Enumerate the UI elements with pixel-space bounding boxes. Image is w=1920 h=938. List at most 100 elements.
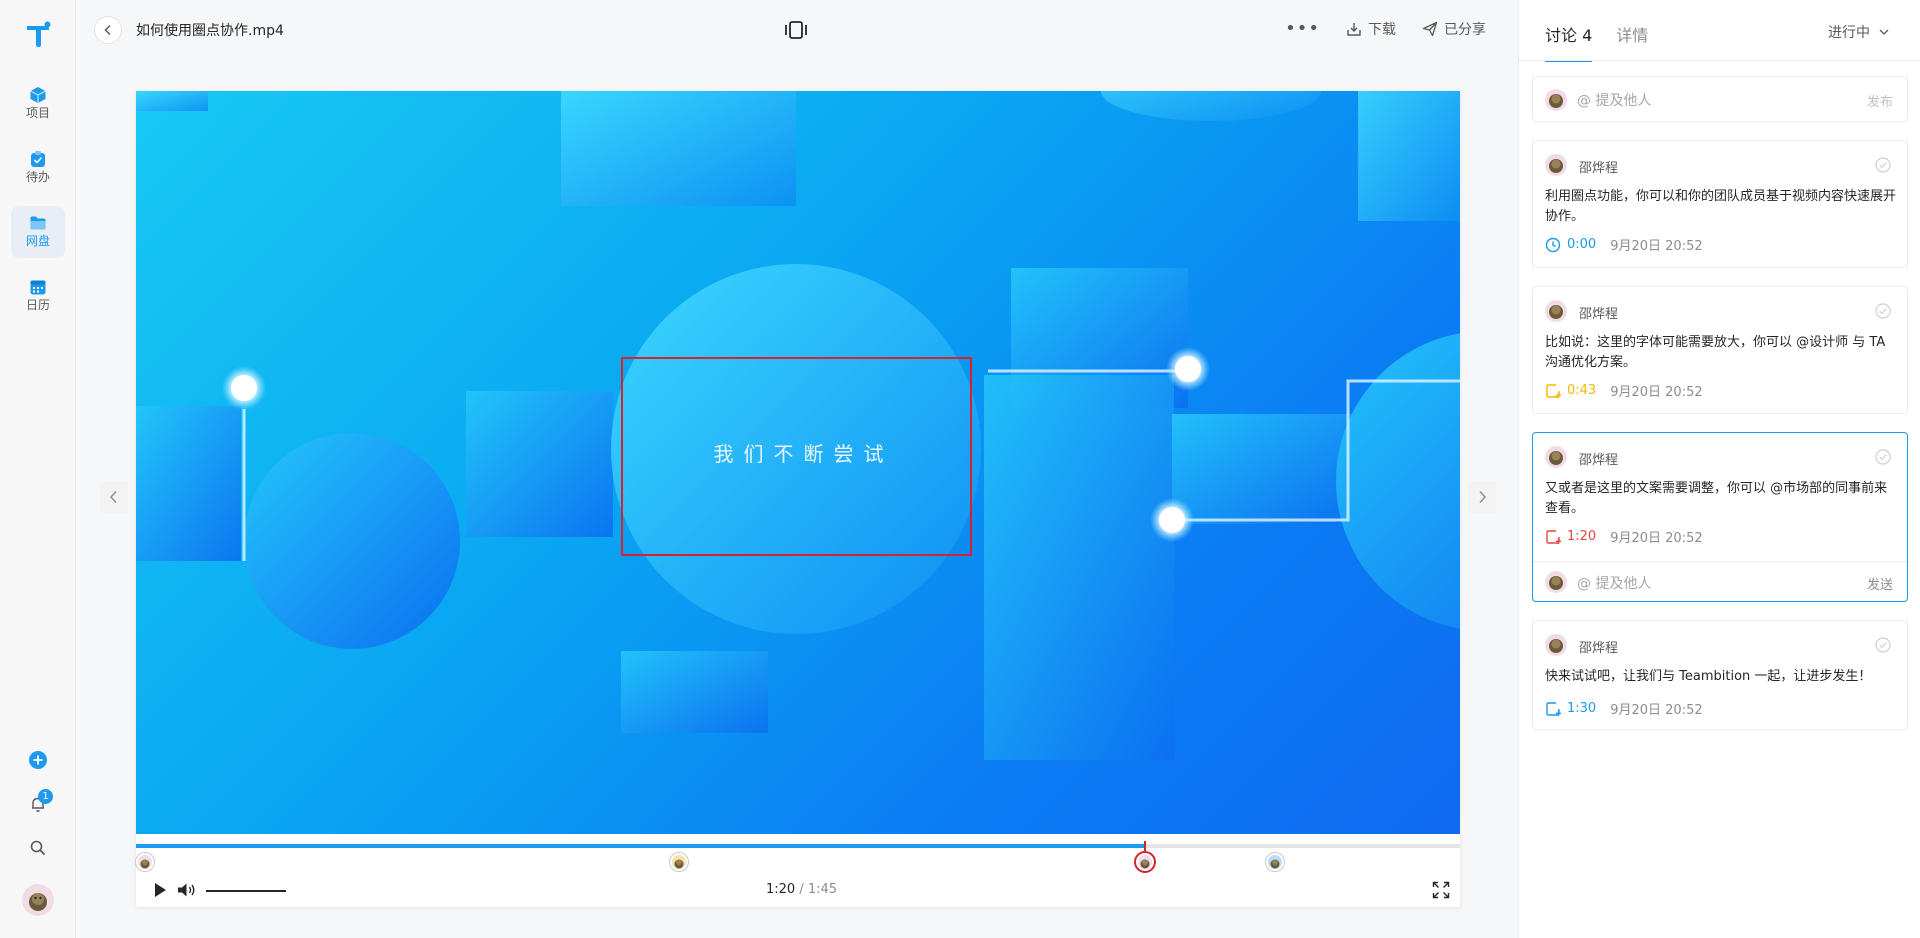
annotation-icon (1546, 701, 1561, 716)
status-value: 进行中 (1828, 25, 1870, 41)
video-frame[interactable]: 我们不断尝试 (136, 91, 1460, 834)
folder-icon (30, 216, 46, 230)
comment-card[interactable]: 邵烨程 比如说：这里的字体可能需要放大，你可以 @设计师 与 TA 沟通优化方案… (1532, 286, 1908, 414)
resolve-check-icon[interactable] (1875, 157, 1891, 173)
comment-meta: 0:00 9月20日 20:52 (1545, 235, 1703, 254)
comment-marker[interactable] (1265, 853, 1284, 871)
video-player: 我们不断尝试 1:20 / 1:45 (136, 91, 1460, 907)
tab-discussion-count: 4 (1582, 26, 1593, 45)
fullscreen-icon[interactable] (1432, 881, 1450, 899)
file-title: 如何使用圈点协作.mp4 (136, 23, 284, 39)
comment-card[interactable]: 邵烨程 利用圈点功能，你可以和你的团队成员基于视频内容快速展开协作。 0:00 … (1532, 140, 1908, 268)
comment-meta: 0:43 9月20日 20:52 (1545, 381, 1703, 400)
add-icon[interactable] (28, 750, 48, 770)
avatar-image (674, 859, 684, 869)
avatar-image (1549, 305, 1563, 319)
header-actions: ••• 下载 已分享 (1285, 18, 1486, 39)
comment-author: 邵烨程 (1579, 453, 1619, 468)
tab-details-label: 详情 (1616, 26, 1649, 45)
progress-fill (136, 844, 1145, 848)
chevron-down-icon (1879, 29, 1889, 35)
tab-details[interactable]: 详情 (1616, 22, 1648, 62)
current-time: 1:20 (766, 882, 796, 897)
comment-author: 邵烨程 (1579, 161, 1619, 176)
comment-timestamp-link[interactable]: 0:43 (1567, 383, 1596, 398)
comment-composer[interactable]: @ 提及他人 发布 (1532, 76, 1908, 122)
calendar-icon (30, 280, 46, 295)
tab-discussion[interactable]: 讨论 4 (1545, 22, 1593, 62)
play-icon[interactable] (151, 881, 169, 899)
resolve-check-icon[interactable] (1875, 449, 1891, 465)
comment-card[interactable]: 邵烨程 又或者是这里的文案需要调整，你可以 @市场部的同事前来查看。 1:20 … (1532, 432, 1908, 602)
chevron-left-icon (110, 491, 117, 503)
comment-card[interactable]: 邵烨程 快来试试吧，让我们与 Teambition 一起，让进步发生！ 1:30… (1532, 620, 1908, 730)
reply-input[interactable]: @ 提及他人 (1577, 573, 1651, 593)
comment-author: 邵烨程 (1579, 307, 1619, 322)
avatar-image (1140, 859, 1150, 869)
next-file-button[interactable] (1468, 481, 1496, 513)
player-controls: 1:20 / 1:45 (136, 875, 1460, 907)
nav-todo[interactable]: 待办 (11, 142, 65, 194)
comment-marker[interactable] (669, 853, 688, 871)
avatar-image (1549, 159, 1563, 173)
top-bar: 如何使用圈点协作.mp4 ••• 下载 已分享 (76, 0, 1518, 60)
layout-toggle-icon[interactable] (782, 19, 810, 41)
avatar-image (29, 893, 47, 911)
share-button[interactable]: 已分享 (1422, 19, 1486, 39)
resolve-check-icon[interactable] (1875, 303, 1891, 319)
comment-avatar (1545, 300, 1567, 322)
nav-calendar-label: 日历 (25, 298, 50, 312)
volume-icon[interactable] (176, 881, 198, 899)
nav-calendar[interactable]: 日历 (11, 270, 65, 322)
comment-text: 又或者是这里的文案需要调整，你可以 @市场部的同事前来查看。 (1545, 481, 1888, 516)
comment-marker[interactable] (136, 853, 154, 871)
publish-button[interactable]: 发布 (1867, 91, 1893, 110)
progress-handle[interactable] (1143, 841, 1146, 851)
share-label: 已分享 (1444, 21, 1486, 38)
avatar-image (140, 859, 150, 869)
nav-projects[interactable]: 项目 (11, 78, 65, 130)
more-icon[interactable]: ••• (1285, 18, 1320, 39)
back-button[interactable] (94, 16, 122, 44)
comment-marker[interactable] (1135, 853, 1154, 871)
panel-divider (1519, 60, 1920, 61)
annotation-icon (1546, 529, 1561, 544)
avatar-image (1549, 94, 1563, 108)
status-select[interactable]: 进行中 (1828, 22, 1890, 42)
chevron-left-icon (104, 24, 111, 36)
comment-author: 邵烨程 (1579, 641, 1619, 656)
nav-drive[interactable]: 网盘 (11, 206, 65, 258)
comment-meta: 1:30 9月20日 20:52 (1545, 699, 1703, 718)
prev-file-button[interactable] (100, 481, 128, 513)
nav-projects-label: 项目 (25, 106, 50, 120)
comment-text: 快来试试吧，让我们与 Teambition 一起，让进步发生！ (1545, 669, 1872, 684)
user-avatar[interactable] (22, 884, 54, 916)
send-icon (1422, 21, 1438, 36)
nav-drive-label: 网盘 (25, 234, 50, 248)
clock-icon (1545, 237, 1561, 252)
avatar-image (1549, 576, 1563, 590)
reply-avatar (1545, 571, 1567, 593)
comment-avatar (1545, 446, 1567, 468)
send-button[interactable]: 发送 (1867, 574, 1893, 593)
progress-bar[interactable] (136, 841, 1460, 851)
app-logo[interactable] (24, 20, 52, 48)
reply-composer[interactable]: @ 提及他人 发送 (1533, 561, 1907, 601)
resolve-check-icon[interactable] (1875, 637, 1891, 653)
time-separator: / (799, 882, 804, 897)
download-button[interactable]: 下载 (1346, 19, 1396, 39)
left-rail: 项目 待办 网盘 日历 1 (0, 0, 76, 938)
avatar-image (1549, 451, 1563, 465)
composer-input[interactable]: @ 提及他人 (1577, 90, 1651, 110)
search-icon[interactable] (28, 838, 48, 858)
composer-avatar (1545, 89, 1567, 111)
comment-timestamp-link[interactable]: 0:00 (1567, 237, 1596, 252)
volume-slider[interactable] (206, 890, 286, 892)
comment-timestamp-link[interactable]: 1:20 (1567, 529, 1596, 544)
comment-date: 9月20日 20:52 (1610, 385, 1703, 400)
comment-date: 9月20日 20:52 (1610, 531, 1703, 546)
clipboard-check-icon (31, 151, 45, 167)
discussion-panel: 讨论 4 详情 进行中 @ 提及他人 发布 邵烨程 利用圈点功能，你可以和你的团… (1518, 0, 1920, 938)
annotation-box[interactable] (621, 357, 972, 556)
comment-timestamp-link[interactable]: 1:30 (1567, 701, 1596, 716)
